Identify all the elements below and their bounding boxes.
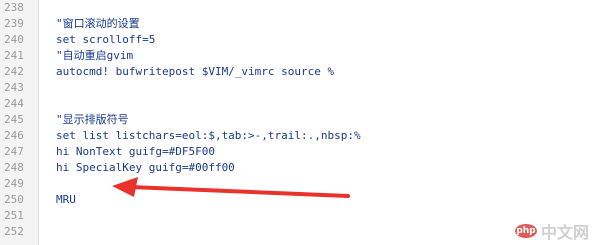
line-number: 246 (4, 129, 24, 142)
line-number: 250 (4, 193, 24, 206)
line-number: 244 (4, 97, 24, 110)
line-number: 240 (4, 33, 24, 46)
code-line[interactable]: 246 set list listchars=eol:$,tab:>-,trail… (0, 128, 593, 144)
line-number: 249 (4, 177, 24, 190)
code-line[interactable]: 247 hi NonText guifg=#DF5F00 (0, 144, 593, 160)
line-text[interactable]: hi SpecialKey guifg=#00ff00 (56, 160, 235, 176)
line-text[interactable]: MRU (56, 192, 76, 208)
line-number: 251 (4, 209, 24, 222)
line-text[interactable]: "窗口滚动的设置 (56, 16, 140, 32)
line-number: 238 (4, 1, 24, 14)
code-line[interactable]: 240 set scrolloff=5 (0, 32, 593, 48)
watermark: php 中文网 (514, 219, 589, 243)
line-text[interactable]: set list listchars=eol:$,tab:>-,trail:.,… (56, 128, 361, 144)
line-number: 241 (4, 49, 24, 62)
code-line[interactable]: 245 "显示排版符号 (0, 112, 593, 128)
line-number: 239 (4, 17, 24, 30)
code-line[interactable]: 241 "自动重启gvim (0, 48, 593, 64)
code-editor[interactable]: 238 239 "窗口滚动的设置 240 set scrolloff=5 241 "自动重启… (0, 0, 593, 245)
line-text[interactable]: set scrolloff=5 (56, 32, 155, 48)
code-line[interactable]: 243 (0, 80, 593, 96)
line-text[interactable]: "自动重启gvim (56, 48, 133, 64)
code-line[interactable]: 248 hi SpecialKey guifg=#00ff00 (0, 160, 593, 176)
line-text[interactable]: autocmd! bufwritepost $VIM/_vimrc source… (56, 64, 334, 80)
line-number: 243 (4, 81, 24, 94)
line-text[interactable]: "显示排版符号 (56, 112, 129, 128)
code-line[interactable]: 250 MRU (0, 192, 593, 208)
line-text[interactable]: hi NonText guifg=#DF5F00 (56, 144, 215, 160)
line-number: 242 (4, 65, 24, 78)
watermark-text: 中文网 (540, 223, 589, 242)
code-line[interactable]: 239 "窗口滚动的设置 (0, 16, 593, 32)
line-number: 245 (4, 113, 24, 126)
code-line[interactable]: 252 (0, 224, 593, 240)
code-line[interactable]: 251 (0, 208, 593, 224)
code-line[interactable]: 244 (0, 96, 593, 112)
line-number: 248 (4, 161, 24, 174)
line-number: 252 (4, 225, 24, 238)
code-line[interactable]: 242 autocmd! bufwritepost $VIM/_vimrc sou… (0, 64, 593, 80)
code-line[interactable]: 249 (0, 176, 593, 192)
code-line[interactable]: 238 (0, 0, 593, 16)
php-logo: php (514, 224, 537, 238)
line-number: 247 (4, 145, 24, 158)
